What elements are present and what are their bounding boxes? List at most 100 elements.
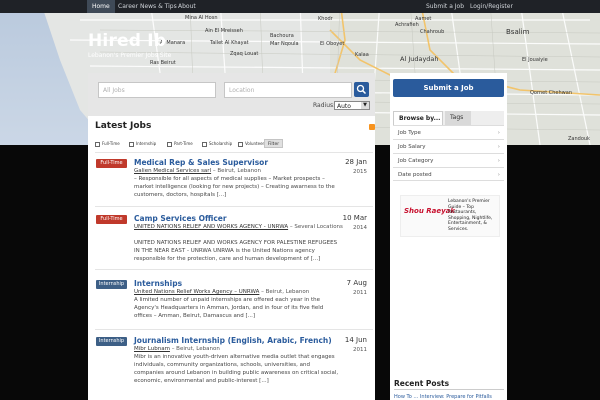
sidebar: Submit a Job Browse by... Tags Job Type ›… — [390, 73, 507, 400]
job-listing[interactable]: Full-Time Camp Services Officer UNITED N… — [95, 213, 375, 271]
rss-icon[interactable] — [369, 124, 375, 130]
filter-label: Part-Time — [174, 141, 193, 146]
radius-label: Radius: — [313, 102, 336, 109]
checkbox-icon — [167, 141, 172, 147]
filter-scholarship[interactable]: Scholarship — [202, 140, 232, 148]
map-label: Aamet — [415, 16, 432, 22]
location-search-input[interactable]: Location — [224, 82, 352, 98]
top-nav-bar: Home Career News & Tips About Submit a J… — [0, 0, 600, 13]
map-label: Bsalim — [506, 28, 530, 36]
filter-parttime[interactable]: Part-Time — [167, 140, 193, 148]
filter-fulltime[interactable]: Full-Time — [95, 140, 120, 148]
divider — [394, 389, 504, 390]
company-link[interactable]: United Nations Relief Works Agency – UNR… — [134, 289, 259, 295]
chevron-right-icon: › — [497, 130, 500, 136]
job-year: 2011 — [353, 290, 367, 296]
search-panel: All Jobs Location Radius: Auto ▼ — [88, 73, 375, 116]
job-company: Galien Medical Services sarl – Beirut, L… — [134, 168, 261, 174]
site-tagline: Lebanon's Premier Jobs Site — [88, 52, 172, 59]
nav-home[interactable]: Home — [87, 0, 115, 13]
map-label: Khodr — [318, 16, 333, 22]
nav-career-news[interactable]: Career News & Tips — [113, 0, 182, 13]
map-label: Chahroub — [420, 29, 445, 35]
post-job-button[interactable]: Submit a Job — [393, 79, 504, 97]
map-label: Al Judaydah — [400, 55, 439, 63]
job-date: 14 Jun — [344, 336, 367, 344]
job-listing[interactable]: Internship Internships United Nations Re… — [95, 278, 375, 336]
map-label: Bachoura — [270, 33, 294, 39]
browse-item-date-posted[interactable]: Date posted › — [393, 167, 504, 181]
job-location: – Several Locations — [289, 224, 343, 230]
job-date: 10 Mar — [342, 214, 367, 222]
filter-button[interactable]: Filter — [264, 139, 283, 148]
filter-label: Full-Time — [102, 141, 120, 146]
job-year: 2014 — [353, 225, 367, 231]
recent-posts-heading: Recent Posts — [394, 379, 450, 388]
job-title-link[interactable]: Medical Rep & Sales Supervisor — [134, 158, 268, 167]
map-label: Mina Al Hosn — [185, 15, 218, 21]
checkbox-icon — [129, 141, 134, 147]
job-location: – Beirut, Lebanon — [171, 346, 220, 352]
job-date: 28 Jan — [345, 158, 367, 166]
nav-login-register[interactable]: Login/Register — [465, 0, 518, 13]
latest-jobs-heading: Latest Jobs — [95, 121, 152, 131]
map-label: El Jouaiyie — [522, 57, 548, 63]
map-label: Tallet Al Khayat — [210, 40, 249, 46]
job-company: Mibr Lubnam – Beirut, Lebanon — [134, 346, 220, 352]
browse-item-label: Job Salary — [398, 144, 426, 150]
browse-tabs: Browse by... Tags — [393, 111, 504, 125]
browse-item-job-type[interactable]: Job Type › — [393, 125, 504, 139]
search-button[interactable] — [354, 82, 369, 97]
advertisement-banner[interactable]: Shou Raeyak Lebanon's Premier Guide – To… — [400, 195, 500, 237]
radius-select[interactable]: Auto ▼ — [334, 101, 370, 110]
nav-about[interactable]: About — [173, 0, 201, 13]
job-type-badge: Full-Time — [96, 159, 127, 168]
chevron-right-icon: › — [497, 172, 500, 178]
job-type-badge: Internship — [96, 337, 127, 346]
browse-item-label: Job Type — [398, 130, 421, 136]
job-company: UNITED NATIONS RELIEF AND WORKS AGENCY -… — [134, 224, 343, 230]
job-title-link[interactable]: Camp Services Officer — [134, 214, 227, 223]
filter-volunteer[interactable]: Volunteer — [238, 140, 264, 148]
job-location: – Beirut, Lebanon — [261, 289, 310, 295]
job-description: A limited number of unpaid internships a… — [134, 297, 324, 319]
job-description: – Responsible for all aspects of medical… — [134, 176, 335, 198]
job-type-badge: Full-Time — [96, 215, 127, 224]
job-description: UNITED NATIONS RELIEF AND WORKS AGENCY F… — [134, 240, 338, 262]
map-label: Achrafieh — [395, 22, 419, 28]
nav-submit-job[interactable]: Submit a Job — [421, 0, 469, 13]
company-link[interactable]: Galien Medical Services sarl — [134, 168, 211, 174]
job-listing[interactable]: Internship Journalism Internship (Englis… — [95, 335, 375, 393]
tab-browse-by[interactable]: Browse by... — [393, 111, 443, 125]
filter-label: Volunteer — [245, 141, 265, 146]
chevron-down-icon: ▼ — [361, 102, 369, 109]
filter-internship[interactable]: Internship — [129, 140, 156, 148]
job-description: Mibr is an innovative youth-driven alter… — [134, 354, 339, 384]
site-title[interactable]: Hired Ib — [88, 31, 166, 51]
keyword-search-input[interactable]: All Jobs — [98, 82, 216, 98]
map-label: Kalaa — [355, 52, 369, 58]
browse-item-label: Job Category — [398, 158, 434, 164]
main-content: All Jobs Location Radius: Auto ▼ Latest … — [88, 73, 375, 400]
chevron-right-icon: › — [497, 144, 500, 150]
recent-post-link[interactable]: How To … Interview: Prepare for Pitfalls — [394, 394, 492, 400]
job-type-filters: Full-Time Internship Part-Time Scholarsh… — [95, 140, 373, 150]
divider — [95, 329, 373, 330]
browse-item-job-category[interactable]: Job Category › — [393, 153, 504, 167]
job-date: 7 Aug — [346, 279, 367, 287]
job-title-link[interactable]: Journalism Internship (English, Arabic, … — [134, 336, 332, 345]
radius-value: Auto — [337, 103, 351, 110]
divider — [95, 206, 373, 207]
company-link[interactable]: UNITED NATIONS RELIEF AND WORKS AGENCY -… — [134, 224, 288, 230]
chevron-right-icon: › — [497, 158, 500, 164]
checkbox-icon — [238, 141, 243, 147]
divider — [95, 269, 373, 270]
job-year: 2011 — [353, 347, 367, 353]
filter-label: Scholarship — [209, 141, 233, 146]
map-label: Qornet Chehwan — [530, 90, 572, 96]
map-label: Zqaq Louat — [230, 51, 259, 57]
company-link[interactable]: Mibr Lubnam — [134, 346, 170, 352]
browse-item-job-salary[interactable]: Job Salary › — [393, 139, 504, 153]
tab-tags[interactable]: Tags — [445, 111, 471, 125]
job-title-link[interactable]: Internships — [134, 279, 182, 288]
